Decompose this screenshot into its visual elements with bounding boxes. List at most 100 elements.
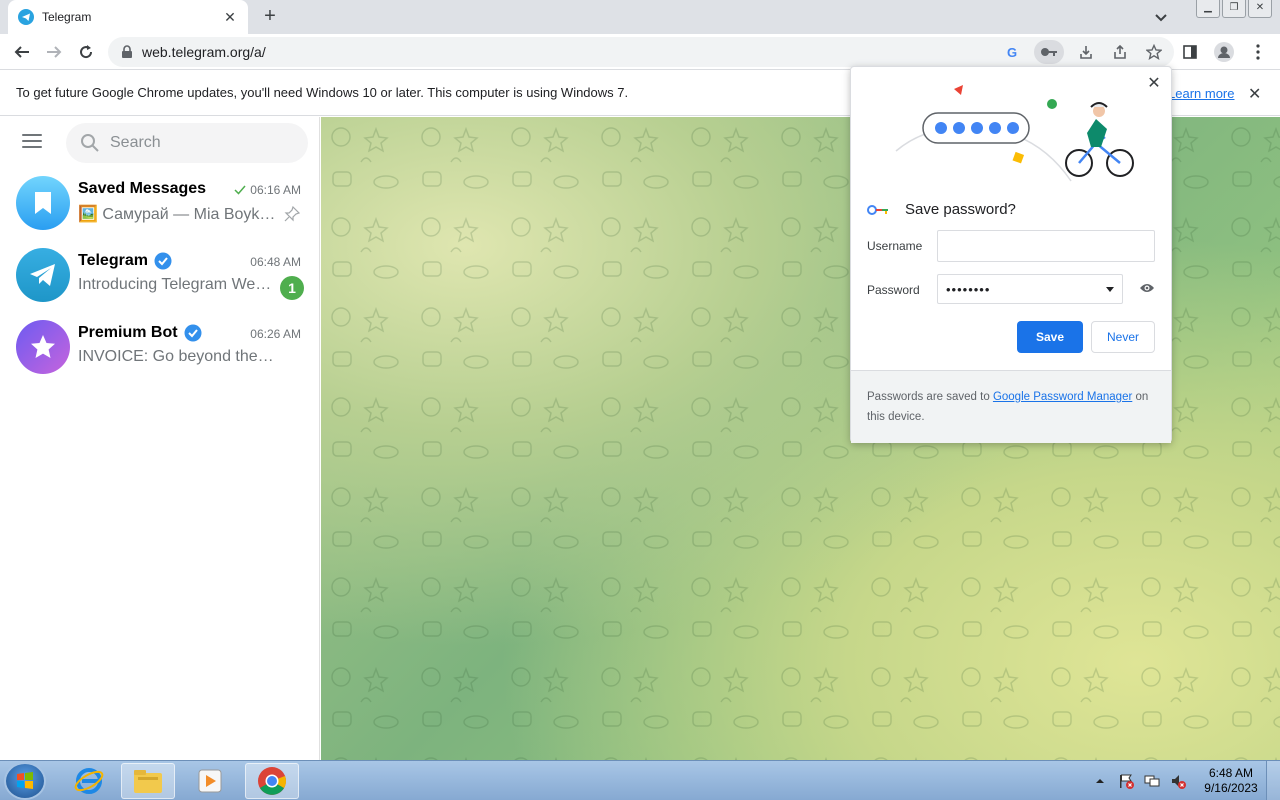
google-key-icon — [867, 204, 888, 215]
bookmark-star-icon[interactable] — [1142, 40, 1166, 64]
clock-time: 6:48 AM — [1208, 766, 1254, 780]
omnibox-actions: G — [1000, 40, 1166, 64]
browser-toolbar: web.telegram.org/a/ G — [0, 34, 1280, 70]
show-password-eye-icon[interactable] — [1139, 281, 1155, 299]
chat-list-sidebar: Saved Messages 06:16 AM 🖼️ Самурай — Mia… — [0, 117, 320, 760]
chat-name: Premium Bot — [78, 324, 202, 342]
password-label: Password — [867, 283, 920, 297]
saved-messages-avatar — [16, 176, 70, 230]
reload-icon — [80, 45, 93, 59]
password-illustration — [895, 85, 1134, 182]
clock-date: 9/16/2023 — [1204, 781, 1258, 795]
dialog-footer: Passwords are saved to Google Password M… — [851, 370, 1171, 443]
chat-time: 06:26 AM — [250, 327, 301, 341]
chrome-icon — [258, 767, 286, 795]
telegram-avatar — [16, 248, 70, 302]
unread-count-badge: 1 — [280, 276, 304, 300]
chat-name: Telegram — [78, 252, 172, 270]
infobar-message: To get future Google Chrome updates, you… — [16, 85, 629, 100]
taskbar-explorer[interactable] — [121, 763, 175, 799]
password-field[interactable]: •••••••• — [937, 274, 1123, 304]
key-icon[interactable] — [1034, 40, 1064, 64]
install-app-icon[interactable] — [1074, 40, 1098, 64]
verified-badge-icon — [154, 252, 172, 270]
side-panel-icon[interactable] — [1178, 40, 1202, 64]
back-button[interactable] — [10, 40, 34, 64]
address-bar[interactable]: web.telegram.org/a/ G — [108, 37, 1174, 67]
read-check-icon — [234, 185, 246, 195]
search-input[interactable] — [110, 134, 290, 152]
search-box[interactable] — [66, 123, 308, 163]
network-icon[interactable] — [1144, 773, 1160, 789]
search-icon — [81, 134, 99, 152]
taskbar-clock[interactable]: 6:48 AM 9/16/2023 — [1196, 766, 1266, 796]
forward-arrow-icon — [47, 46, 62, 58]
taskbar-chrome[interactable] — [245, 763, 299, 799]
taskbar-ie[interactable] — [62, 763, 116, 799]
chat-item-premium-bot[interactable]: Premium Bot 06:26 AM INVOICE: Go beyond … — [8, 314, 312, 380]
star-icon — [31, 335, 55, 358]
pin-icon — [284, 205, 301, 227]
hamburger-menu-icon[interactable] — [22, 134, 42, 150]
dialog-header: Save password? — [867, 201, 1016, 218]
chat-time: 06:16 AM — [234, 183, 301, 197]
chat-item-saved-messages[interactable]: Saved Messages 06:16 AM 🖼️ Самурай — Mia… — [8, 170, 312, 236]
tab-strip: Telegram ✕ + ▁ ❐ ✕ — [0, 0, 1280, 34]
chat-preview: INVOICE: Go beyond the limits... — [78, 348, 278, 365]
tab-close-icon[interactable]: ✕ — [222, 9, 238, 26]
chat-item-telegram[interactable]: Telegram 06:48 AM Introducing Telegram W… — [8, 242, 312, 308]
reload-button[interactable] — [74, 40, 98, 64]
save-button[interactable]: Save — [1017, 321, 1083, 353]
dialog-close-icon[interactable]: ✕ — [1145, 73, 1163, 93]
password-value: •••••••• — [946, 281, 991, 297]
show-hidden-icons-icon[interactable] — [1092, 773, 1108, 789]
system-tray: 6:48 AM 9/16/2023 — [1092, 761, 1280, 800]
windows-logo-icon — [17, 772, 33, 789]
dialog-title: Save password? — [905, 201, 1016, 218]
minimize-button[interactable]: ▁ — [1196, 0, 1220, 18]
learn-more-link[interactable]: Learn more — [1168, 86, 1234, 101]
forward-button[interactable] — [42, 40, 66, 64]
taskbar-media-player[interactable] — [183, 763, 237, 799]
verified-badge-icon — [184, 324, 202, 342]
restore-button[interactable]: ❐ — [1222, 0, 1246, 18]
new-tab-button[interactable]: + — [260, 6, 280, 26]
username-label: Username — [867, 239, 923, 253]
infobar-close-icon[interactable]: ✕ — [1248, 84, 1261, 104]
tab-search-chevron-down-icon[interactable] — [1152, 8, 1170, 26]
window-controls: ▁ ❐ ✕ — [1196, 0, 1272, 18]
action-center-flag-icon[interactable] — [1118, 773, 1134, 789]
footer-prefix: Passwords are saved to — [867, 391, 990, 403]
url-text: web.telegram.org/a/ — [142, 44, 266, 60]
chat-preview: Introducing Telegram Web A... — [78, 276, 278, 293]
password-dropdown-chevron-down-icon[interactable] — [1106, 286, 1114, 292]
save-password-dialog: ✕ Save password? Username Password •••••… — [850, 66, 1172, 443]
folder-icon — [134, 770, 162, 793]
bookmark-icon — [35, 192, 51, 214]
tab-title: Telegram — [42, 10, 92, 24]
window-close-button[interactable]: ✕ — [1248, 0, 1272, 18]
never-button[interactable]: Never — [1091, 321, 1155, 353]
google-translate-icon[interactable]: G — [1000, 40, 1024, 64]
start-button[interactable] — [4, 762, 46, 800]
profile-avatar-icon[interactable] — [1212, 40, 1236, 64]
volume-muted-icon[interactable] — [1170, 773, 1186, 789]
username-field[interactable] — [937, 230, 1155, 262]
telegram-plane-icon — [30, 264, 55, 286]
back-arrow-icon — [14, 46, 29, 58]
telegram-favicon-icon — [18, 9, 34, 25]
premium-bot-avatar — [16, 320, 70, 374]
tab-telegram[interactable]: Telegram ✕ — [8, 0, 248, 34]
internet-explorer-icon — [74, 768, 104, 794]
chat-name: Saved Messages — [78, 180, 207, 197]
media-player-icon — [198, 769, 222, 793]
lock-icon — [122, 45, 132, 58]
password-manager-link[interactable]: Google Password Manager — [993, 391, 1132, 403]
chat-time: 06:48 AM — [250, 255, 301, 269]
toolbar-right-icons — [1178, 40, 1270, 64]
share-icon[interactable] — [1108, 40, 1132, 64]
menu-kebab-icon[interactable] — [1246, 40, 1270, 64]
chat-preview: 🖼️ Самурай — Mia Boyka, Т... — [78, 206, 278, 223]
windows-taskbar: 6:48 AM 9/16/2023 — [0, 760, 1280, 800]
show-desktop-button[interactable] — [1266, 761, 1280, 800]
